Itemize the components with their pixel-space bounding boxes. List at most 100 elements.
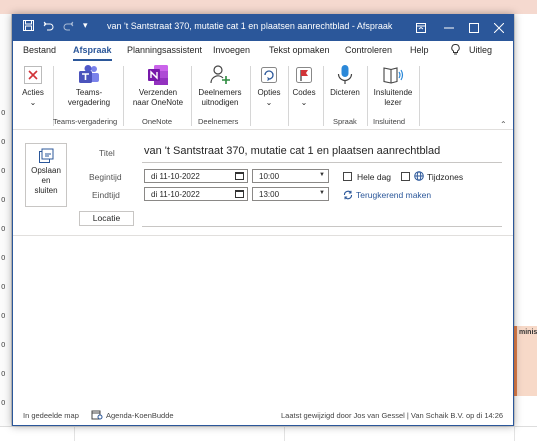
background-header-strip — [0, 0, 537, 14]
time-tick: 0 — [1, 312, 6, 320]
ribbon-display-icon[interactable] — [407, 15, 435, 41]
send-to-onenote-button[interactable]: Verzenden naar OneNote — [129, 64, 187, 108]
status-bar: In gedeelde map Agenda-KoenBudde Laatst … — [13, 407, 513, 425]
save-close-button[interactable]: Opslaan en sluiten — [25, 143, 67, 207]
undo-icon[interactable] — [43, 20, 54, 34]
time-tick: 0 — [1, 138, 6, 146]
end-time-label: Eindtijd — [92, 190, 120, 200]
group-label-teams: Teams-vergadering — [53, 117, 118, 126]
group-label-spraak: Spraak — [333, 117, 357, 126]
minimize-icon[interactable] — [435, 15, 463, 41]
location-button[interactable]: Locatie — [79, 211, 134, 226]
appointment-form: Opslaan en sluiten Titel van 't Santstra… — [13, 131, 513, 227]
save-close-icon — [26, 148, 66, 166]
collapse-ribbon-icon[interactable]: ⌃ — [500, 120, 507, 129]
recurring-link[interactable]: Terugkerend maken — [356, 190, 431, 200]
end-date-picker[interactable]: di 11-10-2022 — [144, 187, 248, 201]
all-day-label: Hele dag — [357, 172, 392, 182]
calendar-icon[interactable] — [235, 190, 244, 198]
tab-controleren[interactable]: Controleren — [345, 45, 392, 55]
group-label-onenote: OneNote — [142, 117, 173, 126]
ribbon-tabs: Bestand Afspraak Planningsassistent Invo… — [13, 41, 513, 62]
microphone-icon — [334, 64, 356, 86]
end-time-select[interactable]: 13:00 ▼ — [252, 187, 329, 201]
dropdown-arrow-icon[interactable]: ▼ — [319, 172, 325, 178]
background-appointment[interactable]: ministr — [514, 326, 537, 396]
start-date-picker[interactable]: di 11-10-2022 — [144, 169, 248, 183]
start-time-label: Begintijd — [89, 172, 122, 182]
flag-icon — [293, 64, 315, 86]
last-modified-text: Laatst gewijzigd door Jos van Gessel | V… — [281, 411, 504, 420]
title-label: Titel — [99, 148, 115, 158]
acties-button[interactable]: Acties ⌄ — [19, 64, 47, 108]
start-date-value: di 11-10-2022 — [151, 172, 200, 181]
shared-calendar-icon — [91, 409, 103, 423]
time-tick: 0 — [1, 225, 6, 233]
time-tick: 0 — [1, 109, 6, 117]
all-day-checkbox[interactable] — [343, 172, 352, 181]
close-icon[interactable] — [485, 15, 513, 41]
onenote-label-line1: Verzenden — [138, 88, 178, 97]
codes-button[interactable]: Codes ⌄ — [291, 64, 317, 108]
onenote-icon — [147, 64, 169, 86]
timezones-label: Tijdzones — [427, 172, 464, 182]
options-icon — [258, 64, 280, 86]
tab-tekst-opmaken[interactable]: Tekst opmaken — [269, 45, 330, 55]
acties-label: Acties — [22, 88, 44, 97]
save-close-label-line2: en — [41, 176, 51, 185]
teams-label-line2: vergadering — [67, 98, 111, 107]
teams-label-line1: Teams- — [75, 88, 103, 97]
chevron-down-icon: ⌄ — [265, 98, 273, 107]
timezones-checkbox[interactable] — [401, 172, 410, 181]
background-bottom-row — [0, 426, 537, 441]
title-bar: ▾ van 't Santstraat 370, mutatie cat 1 e… — [13, 15, 513, 41]
lightbulb-icon[interactable] — [451, 44, 460, 57]
maximize-icon[interactable] — [460, 15, 488, 41]
time-tick: 0 — [1, 254, 6, 262]
save-icon[interactable] — [23, 20, 34, 34]
tab-bestand[interactable]: Bestand — [23, 45, 56, 55]
delete-x-icon — [22, 64, 44, 86]
subject-field[interactable]: van 't Santstraat 370, mutatie cat 1 en … — [144, 145, 440, 157]
opties-label: Opties — [257, 88, 281, 97]
dropdown-arrow-icon[interactable]: ▼ — [319, 190, 325, 196]
background-appointment-label: ministr — [519, 329, 537, 336]
invite-attendees-button[interactable]: Deelnemers uitnodigen — [195, 64, 245, 108]
chevron-down-icon: ⌄ — [29, 98, 37, 107]
redo-icon[interactable] — [63, 20, 74, 34]
tab-invoegen[interactable]: Invoegen — [213, 45, 250, 55]
chevron-down-icon: ⌄ — [300, 98, 308, 107]
immersive-reader-button[interactable]: Insluitende lezer — [371, 64, 415, 108]
ribbon: Acties ⌄ Teams- vergadering Teams-vergad… — [13, 62, 513, 130]
calendar-icon[interactable] — [235, 172, 244, 180]
tab-help[interactable]: Help — [410, 45, 429, 55]
reader-label-line2: lezer — [384, 98, 402, 107]
opties-button[interactable]: Opties ⌄ — [255, 64, 283, 108]
appointment-body[interactable] — [13, 236, 513, 406]
background-time-column: 0 0 0 0 0 0 0 0 0 0 0 0 — [0, 14, 12, 441]
group-label-insluitend: Insluitend — [373, 117, 406, 126]
recurring-icon — [343, 190, 353, 202]
location-underline[interactable] — [142, 226, 502, 227]
save-close-label-line3: sluiten — [34, 186, 58, 195]
tell-me-label[interactable]: Uitleg — [469, 45, 492, 55]
start-time-select[interactable]: 10:00 ▼ — [252, 169, 329, 183]
dictate-button[interactable]: Dicteren — [327, 64, 363, 98]
shared-folder-name: Agenda-KoenBudde — [106, 411, 174, 420]
customize-toolbar-icon[interactable]: ▾ — [83, 20, 88, 31]
tab-afspraak[interactable]: Afspraak — [73, 45, 112, 61]
time-tick: 0 — [1, 370, 6, 378]
end-time-value: 13:00 — [259, 190, 280, 199]
add-person-icon — [209, 64, 231, 86]
window-title: van 't Santstraat 370, mutatie cat 1 en … — [107, 21, 393, 31]
tab-planningsassistent[interactable]: Planningsassistent — [127, 45, 202, 55]
start-time-value: 10:00 — [259, 172, 280, 181]
group-label-deelnemers: Deelnemers — [198, 117, 239, 126]
invite-label-line1: Deelnemers — [198, 88, 242, 97]
globe-icon — [414, 171, 424, 183]
appointment-window: ▾ van 't Santstraat 370, mutatie cat 1 e… — [12, 14, 514, 426]
dicteren-label: Dicteren — [330, 88, 360, 97]
teams-meeting-button[interactable]: Teams- vergadering — [61, 64, 117, 108]
subject-underline — [142, 162, 502, 163]
onenote-label-line2: naar OneNote — [132, 98, 184, 107]
